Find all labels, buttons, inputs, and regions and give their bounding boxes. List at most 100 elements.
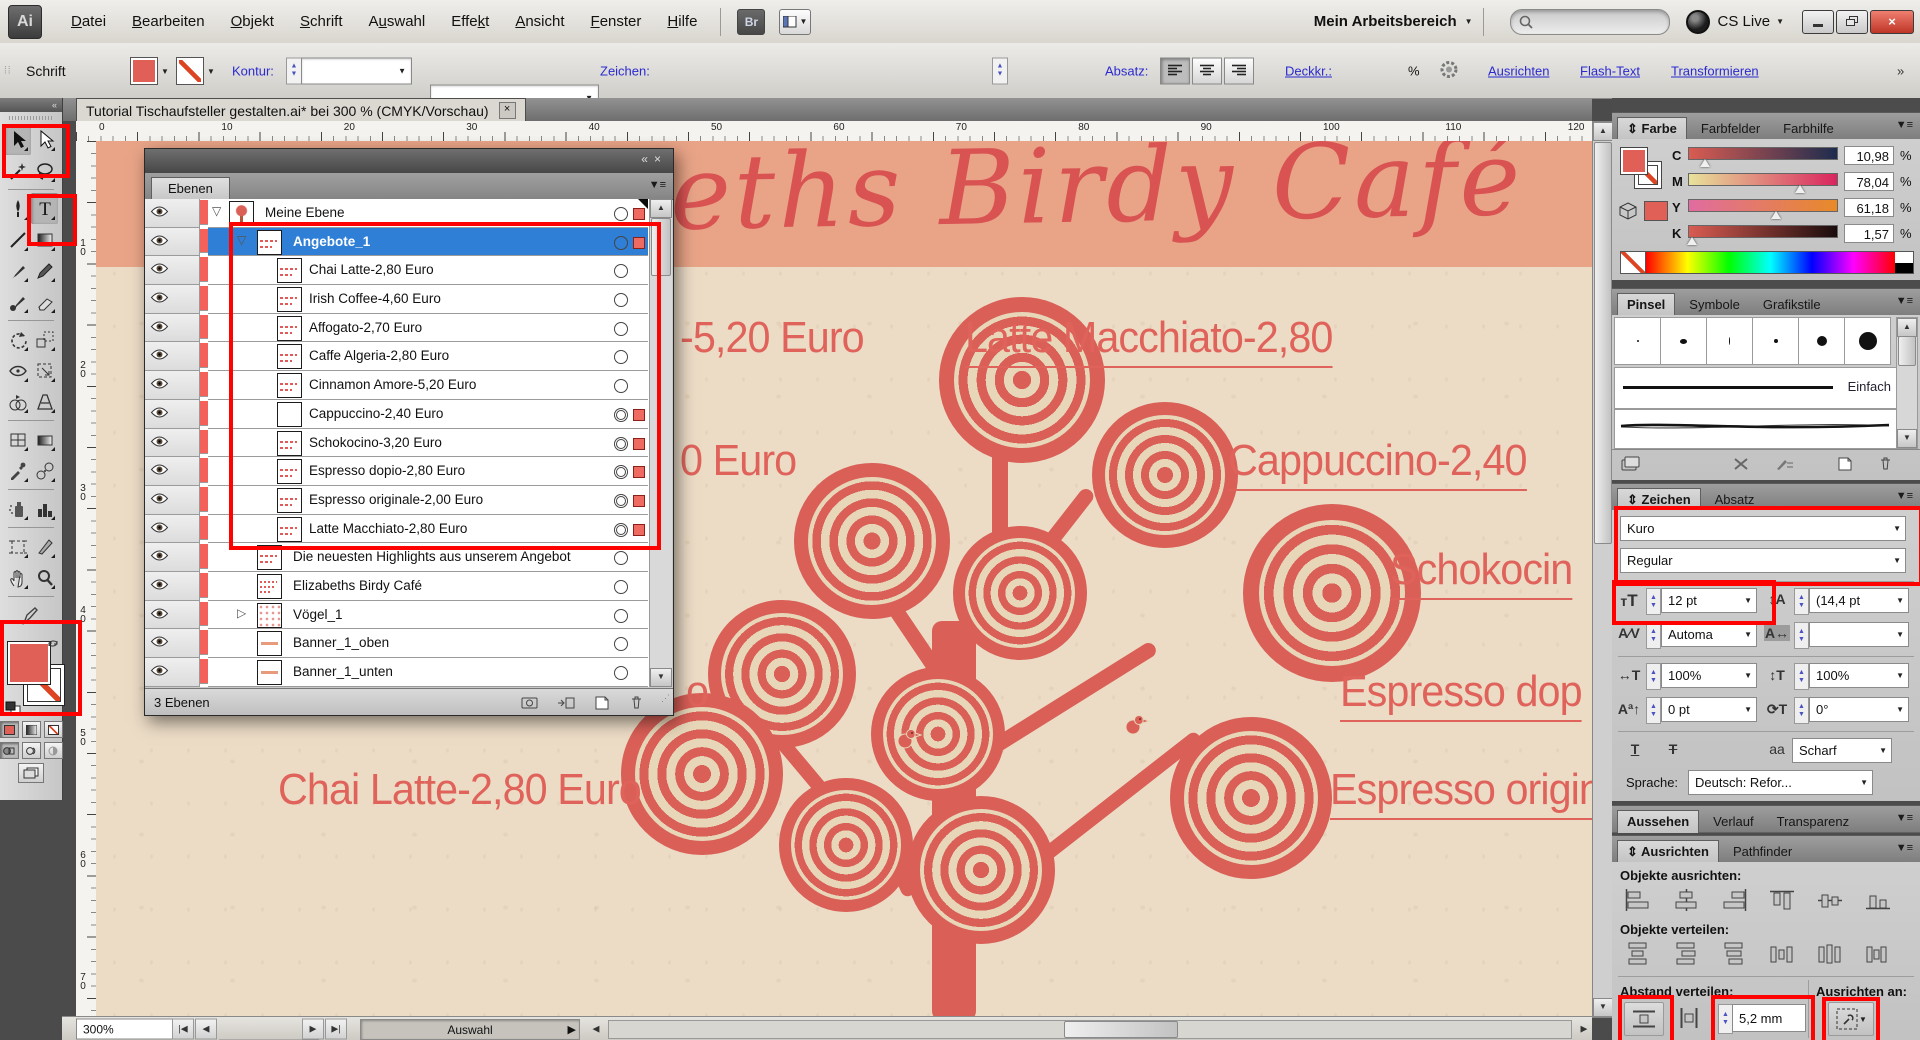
panel-menu-icon[interactable]: ▼≡ xyxy=(649,179,666,191)
distribute-right-button[interactable] xyxy=(1860,940,1896,968)
visibility-eye-icon[interactable] xyxy=(145,400,177,429)
kerning-select[interactable]: Automa▼ xyxy=(1661,622,1757,647)
align-right-button[interactable] xyxy=(1716,886,1752,914)
none-swatch-icon[interactable] xyxy=(1621,252,1646,273)
target-circle-icon[interactable] xyxy=(614,609,628,623)
lock-toggle-cell[interactable] xyxy=(176,314,200,343)
close-panel-icon[interactable]: × xyxy=(654,152,667,166)
scroll-up-icon[interactable]: ▲ xyxy=(1897,318,1917,337)
lock-toggle-cell[interactable] xyxy=(176,429,200,458)
resize-grip[interactable]: ⋰ xyxy=(661,685,670,712)
layer-row-content[interactable]: Elizabeths Birdy Café xyxy=(208,572,648,601)
brush-libraries-button[interactable] xyxy=(1620,454,1642,473)
first-page-button[interactable]: |◀ xyxy=(172,1019,194,1040)
stroke-weight-stepper[interactable]: ▲▼ xyxy=(286,57,302,84)
lock-toggle-cell[interactable] xyxy=(176,228,200,257)
baseline-stepper[interactable]: ▲▼ xyxy=(1646,697,1661,724)
layer-row[interactable]: Banner_1_oben xyxy=(145,629,671,658)
eyedropper-tool[interactable] xyxy=(4,455,31,486)
channel-slider[interactable] xyxy=(1688,225,1838,238)
delete-brush-button[interactable] xyxy=(1874,454,1896,473)
lock-toggle-cell[interactable] xyxy=(176,572,200,601)
language-select[interactable]: Deutsch: Refor...▼ xyxy=(1688,770,1873,795)
scrollbar-thumb[interactable] xyxy=(1064,1021,1178,1038)
brush-swatch[interactable] xyxy=(1752,317,1799,365)
menu-bearbeiten[interactable]: Bearbeiten xyxy=(119,13,218,30)
collapse-panel-icon[interactable]: « xyxy=(0,98,62,112)
brushes-scrollbar[interactable]: ▲ ▼ xyxy=(1896,317,1918,449)
paintbrush-tool[interactable] xyxy=(4,255,31,286)
draw-normal-button[interactable] xyxy=(0,742,19,759)
brush-swatch[interactable] xyxy=(1844,317,1891,365)
font-size-stepper[interactable]: ▲▼ xyxy=(992,57,1008,84)
delete-layer-button[interactable] xyxy=(625,693,647,712)
blob-brush-tool[interactable] xyxy=(4,286,31,317)
scrollbar-thumb[interactable] xyxy=(1594,142,1612,544)
target-circle-icon[interactable] xyxy=(614,551,628,565)
scroll-down-icon[interactable]: ▼ xyxy=(1897,429,1917,448)
align-left-button[interactable] xyxy=(1620,886,1656,914)
align-hcenter-button[interactable] xyxy=(1668,886,1704,914)
tab-pathfinder[interactable]: Pathfinder xyxy=(1724,841,1801,863)
bridge-button[interactable]: Br xyxy=(737,9,765,35)
brush-swatch[interactable] xyxy=(1798,317,1845,365)
vscale-stepper[interactable]: ▲▼ xyxy=(1794,663,1809,690)
lock-toggle-cell[interactable] xyxy=(176,658,200,687)
spectrum-gradient[interactable] xyxy=(1646,252,1895,273)
brush-swatch[interactable] xyxy=(1706,317,1753,365)
flash-text-link[interactable]: Flash-Text xyxy=(1580,63,1640,78)
lock-toggle-cell[interactable] xyxy=(176,285,200,314)
baseline-select[interactable]: 0 pt▼ xyxy=(1661,697,1757,722)
width-tool[interactable] xyxy=(4,355,31,386)
layer-row-content[interactable]: ▷Vögel_1 xyxy=(208,601,648,630)
white-black-swatches[interactable] xyxy=(1895,252,1913,273)
layer-row[interactable]: ▷Vögel_1 xyxy=(145,601,671,630)
slider-knob[interactable] xyxy=(1687,237,1697,245)
slider-knob[interactable] xyxy=(1700,159,1710,167)
panel-menu-icon[interactable]: ▼≡ xyxy=(1896,490,1913,502)
scale-tool[interactable] xyxy=(31,324,58,355)
expand-triangle-icon[interactable]: ▷ xyxy=(237,606,246,620)
visibility-eye-icon[interactable] xyxy=(145,228,177,257)
hand-tool[interactable] xyxy=(4,562,31,593)
layer-row[interactable]: Elizabeths Birdy Café xyxy=(145,572,671,601)
status-indicator[interactable]: Auswahl ▶ xyxy=(360,1019,580,1040)
visibility-eye-icon[interactable] xyxy=(145,601,177,630)
layer-thumbnail[interactable] xyxy=(257,631,282,656)
brush-swatch[interactable] xyxy=(1614,317,1661,365)
distribute-top-button[interactable] xyxy=(1620,940,1656,968)
kerning-stepper[interactable]: ▲▼ xyxy=(1646,622,1661,649)
align-left-button[interactable] xyxy=(1160,57,1190,84)
slider-knob[interactable] xyxy=(1795,185,1805,193)
tab-ausrichten[interactable]: ⇕ Ausrichten xyxy=(1617,840,1719,863)
antialias-select[interactable]: Scharf▼ xyxy=(1792,738,1892,763)
gradient-mode-button[interactable] xyxy=(22,721,41,738)
slice-tool[interactable] xyxy=(31,531,58,562)
document-tab[interactable]: Tutorial Tischaufsteller gestalten.ai* b… xyxy=(76,98,526,122)
layer-row-content[interactable]: Banner_1_oben xyxy=(208,629,648,658)
close-button[interactable]: × xyxy=(1870,10,1914,34)
visibility-eye-icon[interactable] xyxy=(145,371,177,400)
panel-title-bar[interactable]: «× xyxy=(145,149,673,173)
target-circle-icon[interactable] xyxy=(614,207,628,221)
next-page-button[interactable]: ▶ xyxy=(302,1019,324,1040)
out-of-gamut-cube-icon[interactable] xyxy=(1618,201,1638,221)
channel-slider[interactable] xyxy=(1688,147,1838,160)
align-right-button[interactable] xyxy=(1224,57,1254,84)
perspective-grid-tool[interactable] xyxy=(31,386,58,417)
brush-options-button[interactable] xyxy=(1774,454,1796,473)
panel-grip[interactable] xyxy=(9,114,53,122)
panel-menu-icon[interactable]: ▼≡ xyxy=(1896,842,1913,854)
distribute-vcenter-button[interactable] xyxy=(1668,940,1704,968)
status-menu-icon[interactable]: ▶ xyxy=(568,1023,576,1036)
make-clipping-mask-button[interactable] xyxy=(519,693,541,712)
draw-behind-button[interactable] xyxy=(22,742,41,759)
layer-thumbnail[interactable] xyxy=(257,603,282,628)
none-mode-button[interactable] xyxy=(44,721,63,738)
align-vcenter-button[interactable] xyxy=(1812,886,1848,914)
distribute-left-button[interactable] xyxy=(1764,940,1800,968)
align-center-button[interactable] xyxy=(1192,57,1222,84)
tab-transparenz[interactable]: Transparenz xyxy=(1768,811,1859,833)
visibility-eye-icon[interactable] xyxy=(145,515,177,544)
lock-toggle-cell[interactable] xyxy=(176,199,200,228)
